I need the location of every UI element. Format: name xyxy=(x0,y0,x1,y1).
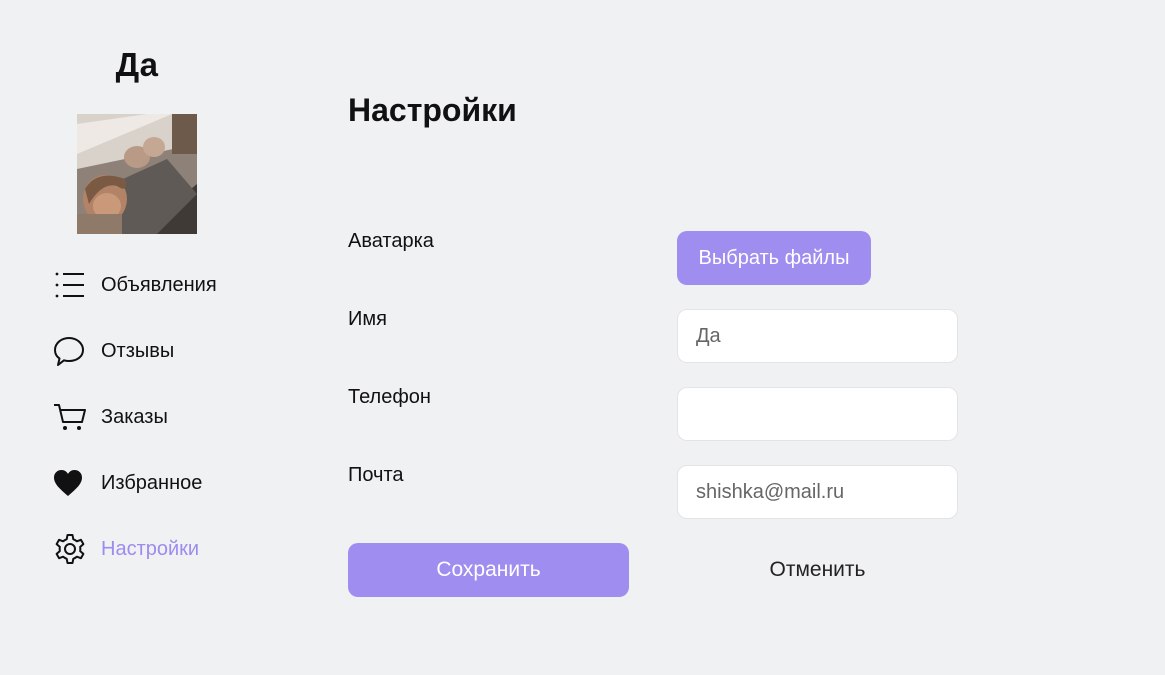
avatar xyxy=(77,114,197,234)
sidebar-item-label: Заказы xyxy=(101,405,168,428)
list-icon xyxy=(52,266,90,304)
sidebar-item-favorites[interactable]: Избранное xyxy=(52,463,202,503)
name-input[interactable] xyxy=(677,309,958,363)
gear-icon xyxy=(52,530,90,568)
cart-icon xyxy=(52,398,90,436)
avatar-photo xyxy=(77,114,197,234)
sidebar-item-label: Объявления xyxy=(101,273,217,296)
user-name: Да xyxy=(115,46,159,83)
sidebar-item-listings[interactable]: Объявления xyxy=(52,265,217,305)
phone-label: Телефон xyxy=(348,386,431,408)
avatar-label: Аватарка xyxy=(348,230,434,252)
save-button[interactable]: Сохранить xyxy=(348,543,629,597)
page-title: Настройки xyxy=(348,92,517,128)
cancel-button[interactable]: Отменить xyxy=(677,543,958,597)
email-input[interactable] xyxy=(677,465,958,519)
heart-icon xyxy=(52,464,90,502)
sidebar-item-label: Отзывы xyxy=(101,339,175,362)
name-label: Имя xyxy=(348,308,387,330)
sidebar-item-orders[interactable]: Заказы xyxy=(52,397,168,437)
sidebar-item-reviews[interactable]: Отзывы xyxy=(52,331,174,371)
email-label: Почта xyxy=(348,464,404,486)
sidebar: Да Объявления Отзывы Заказы Избранное На… xyxy=(0,0,280,675)
sidebar-item-settings[interactable]: Настройки xyxy=(52,529,199,569)
sidebar-item-label: Избранное xyxy=(101,471,203,494)
phone-input[interactable] xyxy=(677,387,958,441)
chat-bubble-icon xyxy=(52,332,90,370)
choose-files-button[interactable]: Выбрать файлы xyxy=(677,231,871,285)
sidebar-item-label: Настройки xyxy=(101,537,200,560)
